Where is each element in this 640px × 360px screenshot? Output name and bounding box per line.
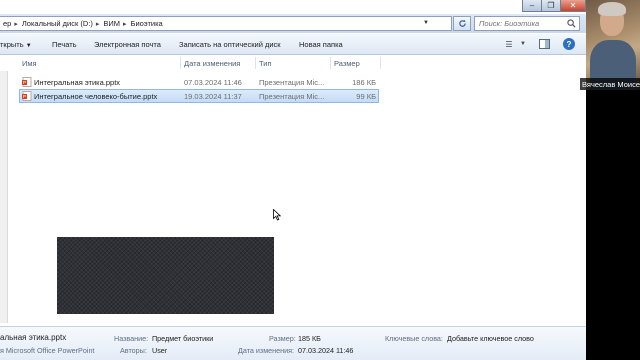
print-button[interactable]: Печать: [52, 40, 77, 49]
details-filename: альная этика.pptx: [0, 333, 67, 342]
command-bar: ткрыть ▼ Печать Электронная почта Записа…: [0, 34, 586, 55]
burn-disc-button[interactable]: Записать на оптический диск: [179, 40, 281, 49]
new-folder-button[interactable]: Новая папка: [299, 40, 343, 49]
minimize-icon: –: [529, 1, 535, 10]
restore-icon: ❐: [547, 1, 555, 10]
details-keywords-value[interactable]: Добавьте ключевое слово: [447, 334, 534, 343]
column-divider[interactable]: [330, 57, 331, 69]
file-row[interactable]: P Интегральная этика.pptx 07.03.2024 11:…: [19, 75, 379, 89]
column-name[interactable]: Имя: [22, 59, 37, 68]
file-date: 19.03.2024 11:37: [184, 92, 242, 101]
file-row-selected[interactable]: P Интегральное человеко-бытие.pptx 19.03…: [19, 89, 379, 103]
close-icon: ✕: [569, 1, 577, 10]
details-title-label: Название:: [114, 334, 149, 343]
file-preview-thumbnail: [57, 237, 274, 314]
open-label: ткрыть: [0, 40, 24, 49]
file-type: Презентация Mic...: [259, 78, 325, 87]
file-name: Интегральное человеко-бытие.pptx: [34, 92, 158, 101]
explorer-window: – ❐ ✕ ер ▸ Локальный диск (D:) ▸ ВИМ ▸ Б…: [0, 0, 586, 360]
address-row: ер ▸ Локальный диск (D:) ▸ ВИМ ▸ Биоэтик…: [0, 14, 586, 33]
file-type: Презентация Mic...: [259, 92, 325, 101]
pptx-file-icon: P: [22, 91, 32, 101]
details-modified-label: Дата изменения:: [238, 346, 295, 355]
svg-text:P: P: [23, 80, 26, 85]
details-modified-value[interactable]: 07.03.2024 11:46: [298, 346, 353, 355]
breadcrumb-computer[interactable]: ер: [0, 19, 13, 28]
maximize-button[interactable]: ❐: [541, 0, 561, 12]
breadcrumb-drive[interactable]: Локальный диск (D:): [19, 19, 95, 28]
open-dropdown-icon: ▼: [25, 43, 32, 49]
details-filetype: я Microsoft Office PowerPoint: [0, 346, 95, 355]
view-dropdown-icon[interactable]: ▼: [517, 38, 529, 50]
column-divider[interactable]: [255, 57, 256, 69]
open-button[interactable]: ткрыть ▼: [0, 40, 32, 49]
details-size-value: 185 КБ: [298, 334, 321, 343]
details-pane: альная этика.pptx я Microsoft Office Pow…: [0, 326, 586, 360]
column-divider[interactable]: [180, 57, 181, 69]
help-icon[interactable]: ?: [563, 38, 575, 50]
preview-pane-button[interactable]: [538, 38, 550, 50]
webcam-person-hair: [598, 2, 626, 16]
details-size-label: Размер:: [269, 334, 296, 343]
view-list-icon: ☰: [505, 39, 513, 49]
mouse-cursor-icon: [273, 209, 281, 221]
column-divider[interactable]: [380, 57, 381, 69]
email-button[interactable]: Электронная почта: [94, 40, 161, 49]
column-headers: Имя Дата изменения Тип Размер: [0, 55, 586, 71]
column-date[interactable]: Дата изменения: [184, 59, 240, 68]
preview-pane-icon: [538, 39, 550, 49]
column-type[interactable]: Тип: [259, 59, 272, 68]
file-size: 186 КБ: [352, 78, 376, 87]
file-size: 99 КБ: [356, 92, 376, 101]
details-authors-value[interactable]: User: [152, 346, 167, 355]
details-keywords-label: Ключевые слова:: [385, 334, 443, 343]
view-options-button[interactable]: ☰: [503, 38, 515, 50]
breadcrumb-bioethics[interactable]: Биоэтика: [128, 19, 165, 28]
breadcrumb-vim[interactable]: ВИМ: [100, 19, 122, 28]
search-icon: [567, 19, 576, 28]
left-scrollbar[interactable]: [0, 71, 8, 323]
search-input[interactable]: [479, 19, 563, 28]
address-bar[interactable]: ер ▸ Локальный диск (D:) ▸ ВИМ ▸ Биоэтик…: [0, 16, 452, 31]
webcam-participant-name: Вячеслав Моисе: [580, 78, 640, 90]
webcam-video: [586, 0, 640, 90]
file-date: 07.03.2024 11:46: [184, 78, 242, 87]
details-authors-label: Авторы:: [120, 346, 147, 355]
address-dropdown-icon[interactable]: ▼: [423, 20, 429, 26]
column-size[interactable]: Размер: [334, 59, 360, 68]
details-title-value[interactable]: Предмет биоэтики: [152, 334, 213, 343]
search-box[interactable]: [474, 16, 580, 31]
close-button[interactable]: ✕: [560, 0, 586, 12]
minimize-button[interactable]: –: [522, 0, 542, 12]
refresh-icon: [458, 19, 466, 27]
svg-text:P: P: [23, 94, 26, 99]
file-name: Интегральная этика.pptx: [34, 78, 121, 87]
pptx-file-icon: P: [22, 77, 32, 87]
refresh-button[interactable]: [453, 16, 471, 31]
